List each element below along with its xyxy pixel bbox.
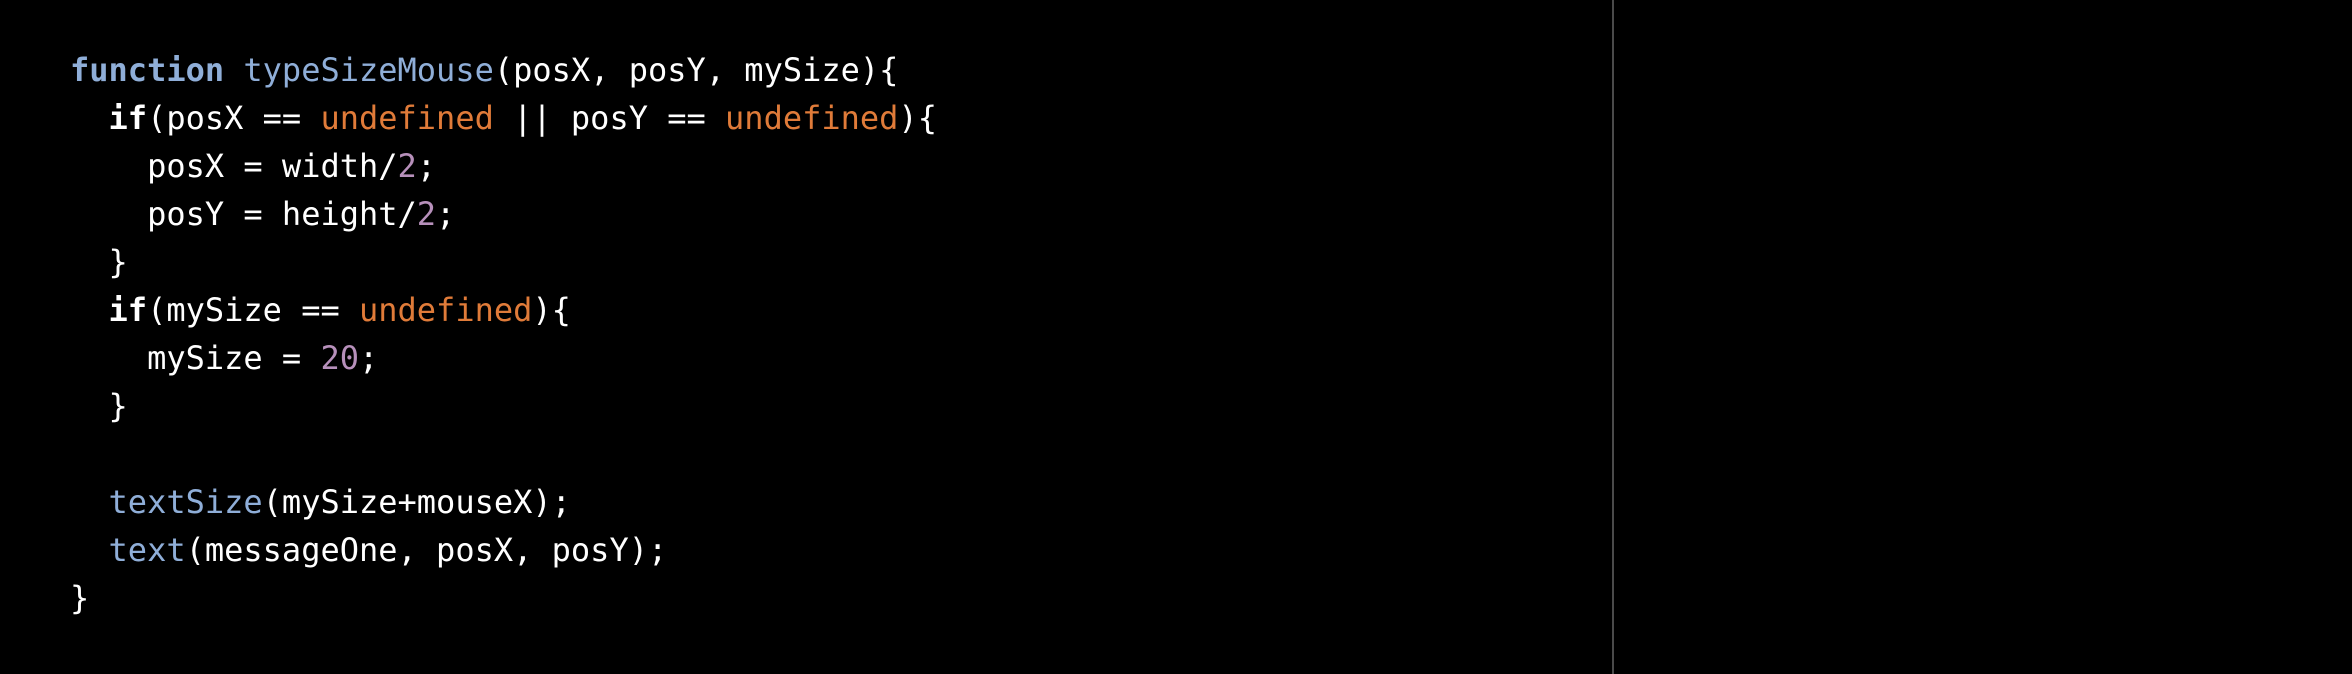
code-line[interactable]: posX = width/2; — [70, 142, 937, 190]
editor-window: function typeSizeMouse(posX, posY, mySiz… — [0, 0, 2352, 674]
code-block[interactable]: function typeSizeMouse(posX, posY, mySiz… — [70, 46, 937, 622]
code-token-plain: (messageOne, posX, posY); — [185, 531, 668, 569]
code-token-plain: ; — [416, 147, 437, 185]
code-token-keyword: if — [108, 291, 148, 329]
code-editor-pane[interactable]: function typeSizeMouse(posX, posY, mySiz… — [0, 0, 1611, 674]
code-token-plain: posX = width/ — [70, 147, 398, 185]
code-token-plain: || posY == — [493, 99, 726, 137]
code-line[interactable]: textSize(mySize+mouseX); — [70, 478, 937, 526]
code-line[interactable]: function typeSizeMouse(posX, posY, mySiz… — [70, 46, 937, 94]
code-token-plain: } — [70, 387, 128, 425]
code-token-plain: (posX, posY, mySize){ — [493, 51, 899, 89]
code-token-fn-name: text — [108, 531, 186, 569]
code-token-number: 20 — [320, 339, 359, 377]
code-token-plain: ){ — [532, 291, 571, 329]
code-line[interactable]: } — [70, 238, 937, 286]
code-token-undef: undefined — [358, 291, 533, 329]
code-token-plain: posY = height/ — [70, 195, 417, 233]
code-line[interactable]: mySize = 20; — [70, 334, 937, 382]
code-line[interactable]: posY = height/2; — [70, 190, 937, 238]
code-token-undef: undefined — [320, 99, 494, 137]
code-token-number: 2 — [397, 147, 417, 185]
code-token-plain: (posX == — [147, 99, 321, 137]
code-token-keyword: if — [108, 99, 148, 137]
code-token-number: 2 — [416, 195, 437, 233]
code-line[interactable]: } — [70, 574, 937, 622]
code-token-plain: mySize = — [70, 339, 321, 377]
code-token-fn-keyword: function — [70, 51, 225, 89]
code-line[interactable] — [70, 430, 937, 478]
code-line[interactable]: if(mySize == undefined){ — [70, 286, 937, 334]
code-token-plain: (mySize+mouseX); — [262, 483, 571, 521]
code-line[interactable]: if(posX == undefined || posY == undefine… — [70, 94, 937, 142]
code-line[interactable]: text(messageOne, posX, posY); — [70, 526, 937, 574]
code-token-plain: } — [70, 243, 128, 281]
code-line[interactable]: } — [70, 382, 937, 430]
code-token-fn-name: textSize — [108, 483, 263, 521]
code-token-undef: undefined — [725, 99, 899, 137]
code-token-fn-name: typeSizeMouse — [243, 51, 494, 89]
side-pane — [1614, 0, 2352, 674]
code-token-plain: (mySize == — [147, 291, 359, 329]
code-token-plain: ){ — [898, 99, 937, 137]
code-token-plain: } — [70, 579, 90, 617]
code-token-plain: ; — [436, 195, 456, 233]
code-token-plain: ; — [358, 339, 379, 377]
